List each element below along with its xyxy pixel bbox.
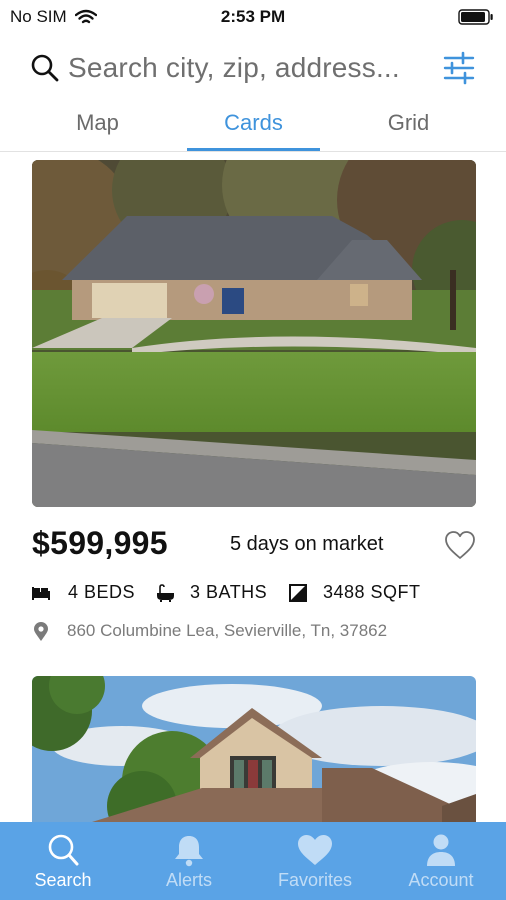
tab-cards[interactable]: Cards xyxy=(187,110,320,136)
heart-icon xyxy=(298,835,332,865)
nav-favorites[interactable]: Favorites xyxy=(252,822,378,900)
status-time: 2:53 PM xyxy=(220,7,286,26)
search-bar[interactable]: Search city, zip, address... xyxy=(0,44,506,94)
status-bar: No SIM 2:53 PM xyxy=(0,0,506,34)
listing-photo[interactable] xyxy=(32,160,476,507)
baths-count: 3 BATHS xyxy=(190,582,268,602)
bathtub-icon xyxy=(157,584,174,602)
person-icon xyxy=(427,834,455,866)
view-tabs: Map Cards Grid xyxy=(0,104,506,152)
nav-favorites-label: Favorites xyxy=(277,870,353,890)
listing-features: 4 BEDS 3 BATHS 3488 SQFT xyxy=(30,580,490,606)
tab-grid[interactable]: Grid xyxy=(342,110,475,136)
bottom-navigation: Search Alerts Favorites Account xyxy=(0,822,506,900)
nav-search[interactable]: Search xyxy=(0,822,126,900)
active-tab-indicator xyxy=(187,148,320,151)
search-icon xyxy=(31,54,59,82)
nav-account[interactable]: Account xyxy=(378,822,504,900)
location-pin-icon xyxy=(34,622,48,641)
listing-address-row: 860 Columbine Lea, Sevierville, Tn, 3786… xyxy=(30,620,490,644)
search-icon xyxy=(48,834,79,866)
nav-search-label: Search xyxy=(34,870,92,890)
listing-address: 860 Columbine Lea, Sevierville, Tn, 3786… xyxy=(67,621,388,640)
nav-alerts[interactable]: Alerts xyxy=(126,822,252,900)
listing-price: $599,995 xyxy=(32,525,168,561)
tab-map[interactable]: Map xyxy=(31,110,164,136)
beds-count: 4 BEDS xyxy=(68,582,136,602)
nav-alerts-label: Alerts xyxy=(165,870,212,890)
sqft-value: 3488 SQFT xyxy=(323,582,421,602)
listing-photo[interactable] xyxy=(32,676,476,822)
search-input[interactable]: Search city, zip, address... xyxy=(68,52,400,84)
bed-icon xyxy=(32,587,50,600)
sliders-icon[interactable] xyxy=(441,50,477,86)
days-on-market: 5 days on market xyxy=(230,533,384,555)
bell-icon xyxy=(175,836,203,867)
area-icon xyxy=(289,584,307,602)
battery-icon xyxy=(458,9,493,25)
favorite-heart-icon[interactable] xyxy=(443,529,477,561)
nav-account-label: Account xyxy=(408,870,474,890)
